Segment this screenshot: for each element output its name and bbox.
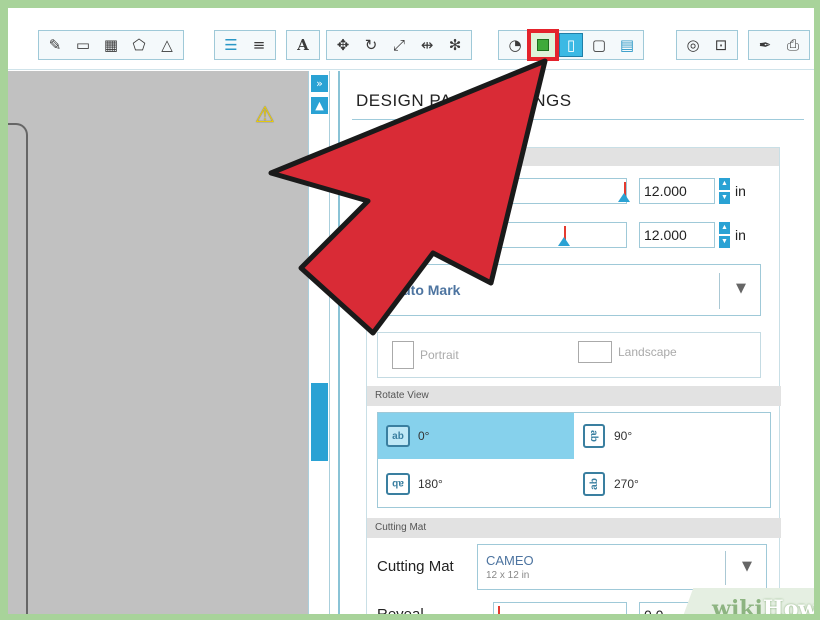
cutting-mat-value: CAMEO (486, 553, 534, 568)
rotate-90-label: 90° (614, 429, 633, 443)
trace-icon[interactable]: ◎ (681, 33, 705, 57)
cutting-mat-select[interactable]: CAMEO 12 x 12 in ▼ (477, 544, 767, 590)
width-slider-handle[interactable] (618, 193, 630, 202)
portrait-option[interactable]: Portrait (392, 341, 459, 369)
rotate-90-option[interactable]: ab 90° (574, 413, 770, 459)
width-input[interactable]: 12.000 (639, 178, 715, 204)
height-stepper[interactable]: ▲ ▼ (719, 222, 730, 248)
landscape-label: Landscape (618, 345, 677, 359)
portrait-icon (392, 341, 414, 369)
width-unit: in (735, 183, 746, 199)
landscape-icon (578, 341, 612, 363)
reveal-slider[interactable] (493, 602, 627, 614)
rotate-view-heading: Rotate View (367, 386, 781, 406)
rotate-180-icon: ab (386, 473, 410, 495)
cutting-mat-size: 12 x 12 in (486, 570, 530, 581)
rotate-180-label: 180° (418, 477, 443, 491)
landscape-option[interactable]: Landscape (578, 341, 677, 363)
design-page-icon[interactable]: ▢ (587, 33, 611, 57)
line-color-icon[interactable]: ☰ (219, 33, 243, 57)
wikihow-watermark: wikiHow (712, 596, 814, 614)
shape-icon[interactable]: △ (155, 33, 179, 57)
arrow-shape (268, 58, 548, 336)
scroll-thumb[interactable] (311, 383, 328, 461)
toolbar-group-draw: ✎ ▭ ▦ ⬠ △ (38, 30, 184, 60)
toolbar-group-send: ✒ ⎙ (748, 30, 810, 60)
rotate-0-label: 0° (418, 429, 430, 443)
rotate-0-icon: ab (386, 425, 410, 447)
watermark-wiki: wiki (712, 596, 763, 614)
select-divider (719, 273, 720, 309)
app-window: ✎ ▭ ▦ ⬠ △ ☰ ≡ A ✥ ↻ ⤢ ⇹ ✻ ◔ ▯ ▢ ▤ ◎ ⊡ ✒ … (8, 8, 814, 614)
height-input[interactable]: 12.000 (639, 222, 715, 248)
mat-edge (8, 123, 28, 614)
chevron-down-icon: ▼ (742, 559, 752, 574)
rotate-0-option[interactable]: ab 0° (378, 413, 574, 459)
chevron-down-icon: ▼ (736, 281, 746, 296)
rotate-90-icon: ab (583, 424, 605, 448)
pen-icon[interactable]: ✒ (753, 33, 777, 57)
cutting-mat-heading: Cutting Mat (367, 518, 781, 538)
rectangle-icon[interactable]: ▭ (71, 33, 95, 57)
watermark-how: How (762, 596, 814, 614)
reveal-label: Reveal (377, 606, 424, 614)
reveal-slider-mark (498, 606, 500, 614)
lines-icon[interactable]: ▤ (615, 33, 639, 57)
toolbar-group-trace: ◎ ⊡ (676, 30, 738, 60)
polygon-icon[interactable]: ⬠ (127, 33, 151, 57)
rotate-180-option[interactable]: ab 180° (378, 461, 574, 507)
grid-icon[interactable]: ▦ (99, 33, 123, 57)
height-unit: in (735, 227, 746, 243)
cutting-mat-label: Cutting Mat (377, 558, 454, 575)
rotate-270-label: 270° (614, 477, 639, 491)
portrait-label: Portrait (420, 348, 459, 362)
rotate-270-option[interactable]: ab 270° (574, 461, 770, 507)
registration-icon[interactable]: ⊡ (709, 33, 733, 57)
send-icon[interactable]: ⎙ (781, 33, 805, 57)
red-arrow-annotation (268, 58, 548, 336)
page-setup-glyph (537, 39, 549, 51)
width-stepper[interactable]: ▲ ▼ (719, 178, 730, 204)
eraser-icon[interactable]: ✎ (43, 33, 67, 57)
rotate-view-grid: ab 0° ab 90° ab 180° ab 270° (377, 412, 771, 508)
select-divider (725, 551, 726, 585)
rotate-270-icon: ab (583, 472, 605, 496)
